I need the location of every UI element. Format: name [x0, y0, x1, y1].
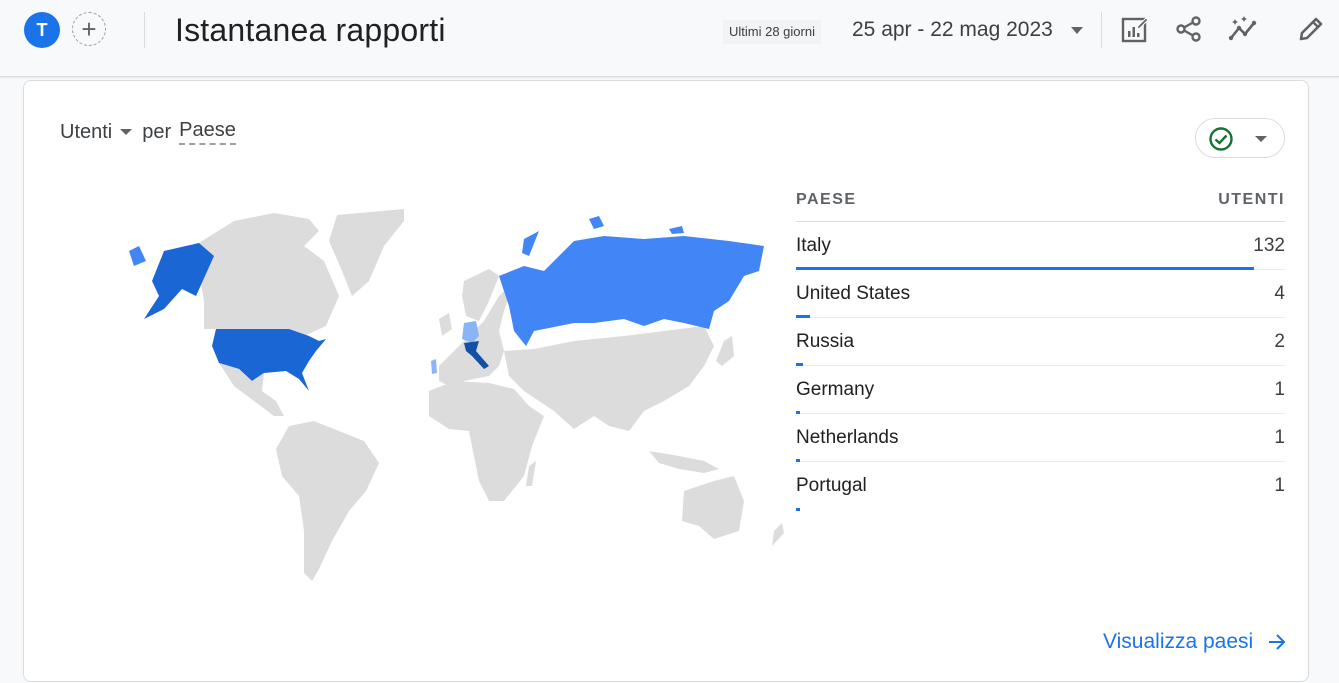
- users-value: 1: [1274, 427, 1285, 448]
- country-name: Russia: [796, 331, 855, 352]
- country-name: United States: [796, 283, 911, 304]
- map-region-portugal[interactable]: [431, 359, 437, 374]
- table-row[interactable]: United States 4: [796, 270, 1285, 318]
- card-title: Utenti per Paese: [60, 119, 236, 145]
- date-range-picker[interactable]: 25 apr - 22 mag 2023: [852, 18, 1053, 42]
- divider: [1101, 12, 1102, 48]
- chevron-down-icon[interactable]: [120, 129, 133, 135]
- users-value: 1: [1274, 379, 1285, 400]
- users-value: 4: [1274, 283, 1285, 304]
- top-bar: T + Istantanea rapporti Ultimi 28 giorni…: [0, 0, 1339, 77]
- add-comparison-button[interactable]: +: [72, 12, 106, 46]
- map-region-south-america[interactable]: [276, 421, 379, 581]
- map-region-southeast-asia[interactable]: [649, 451, 719, 473]
- world-map[interactable]: [104, 201, 804, 601]
- edit-icon[interactable]: [1294, 12, 1328, 46]
- map-region-russia[interactable]: [499, 236, 764, 346]
- map-region-chukotka[interactable]: [129, 246, 146, 266]
- map-region-australia[interactable]: [682, 476, 744, 539]
- dimension-selector[interactable]: Paese: [179, 119, 236, 145]
- country-name: Portugal: [796, 475, 867, 496]
- check-circle-icon: [1209, 127, 1233, 151]
- date-range-preset[interactable]: Ultimi 28 giorni: [723, 20, 821, 44]
- chevron-down-icon[interactable]: [1071, 27, 1083, 34]
- insights-icon[interactable]: [1227, 12, 1261, 46]
- users-value: 2: [1274, 331, 1285, 352]
- map-region-uk[interactable]: [439, 313, 452, 336]
- metric-selector[interactable]: Utenti: [60, 121, 112, 144]
- users-value: 132: [1253, 235, 1285, 256]
- country-name: Netherlands: [796, 427, 899, 448]
- plus-icon: +: [81, 14, 97, 44]
- map-region-new-zealand[interactable]: [772, 523, 784, 546]
- column-header-users[interactable]: UTENTI: [1218, 191, 1285, 221]
- map-region-japan[interactable]: [716, 336, 734, 366]
- country-table: PAESE UTENTI Italy 132 United States 4 R…: [796, 189, 1285, 511]
- table-row[interactable]: Portugal 1: [796, 462, 1285, 511]
- avatar-letter: T: [36, 19, 48, 40]
- map-region-united-states[interactable]: [212, 329, 326, 391]
- column-header-country[interactable]: PAESE: [796, 191, 857, 221]
- table-row[interactable]: Russia 2: [796, 318, 1285, 366]
- divider: [144, 12, 145, 48]
- share-icon[interactable]: [1172, 12, 1206, 46]
- view-countries-label: Visualizza paesi: [1103, 630, 1254, 653]
- page-title: Istantanea rapporti: [175, 12, 446, 48]
- map-region-canada[interactable]: [194, 213, 339, 336]
- users-value: 1: [1274, 475, 1285, 496]
- country-name: Germany: [796, 379, 875, 400]
- table-row[interactable]: Italy 132: [796, 222, 1285, 270]
- map-region-madagascar[interactable]: [526, 461, 536, 486]
- customize-report-icon[interactable]: [1118, 12, 1152, 46]
- view-countries-link[interactable]: Visualizza paesi: [1103, 630, 1287, 654]
- share-bar: [796, 508, 800, 511]
- table-row[interactable]: Netherlands 1: [796, 414, 1285, 462]
- data-quality-button[interactable]: [1195, 118, 1285, 158]
- connector-text: per: [142, 120, 172, 143]
- avatar[interactable]: T: [24, 12, 60, 48]
- table-row[interactable]: Germany 1: [796, 366, 1285, 414]
- table-header: PAESE UTENTI: [796, 189, 1285, 222]
- country-name: Italy: [796, 235, 831, 256]
- chevron-down-icon: [1255, 136, 1267, 142]
- users-by-country-card: Utenti per Paese PAESE UTENTI Italy 132 …: [23, 80, 1309, 682]
- map-region-greenland[interactable]: [329, 209, 404, 296]
- arrow-right-icon: [1269, 634, 1286, 650]
